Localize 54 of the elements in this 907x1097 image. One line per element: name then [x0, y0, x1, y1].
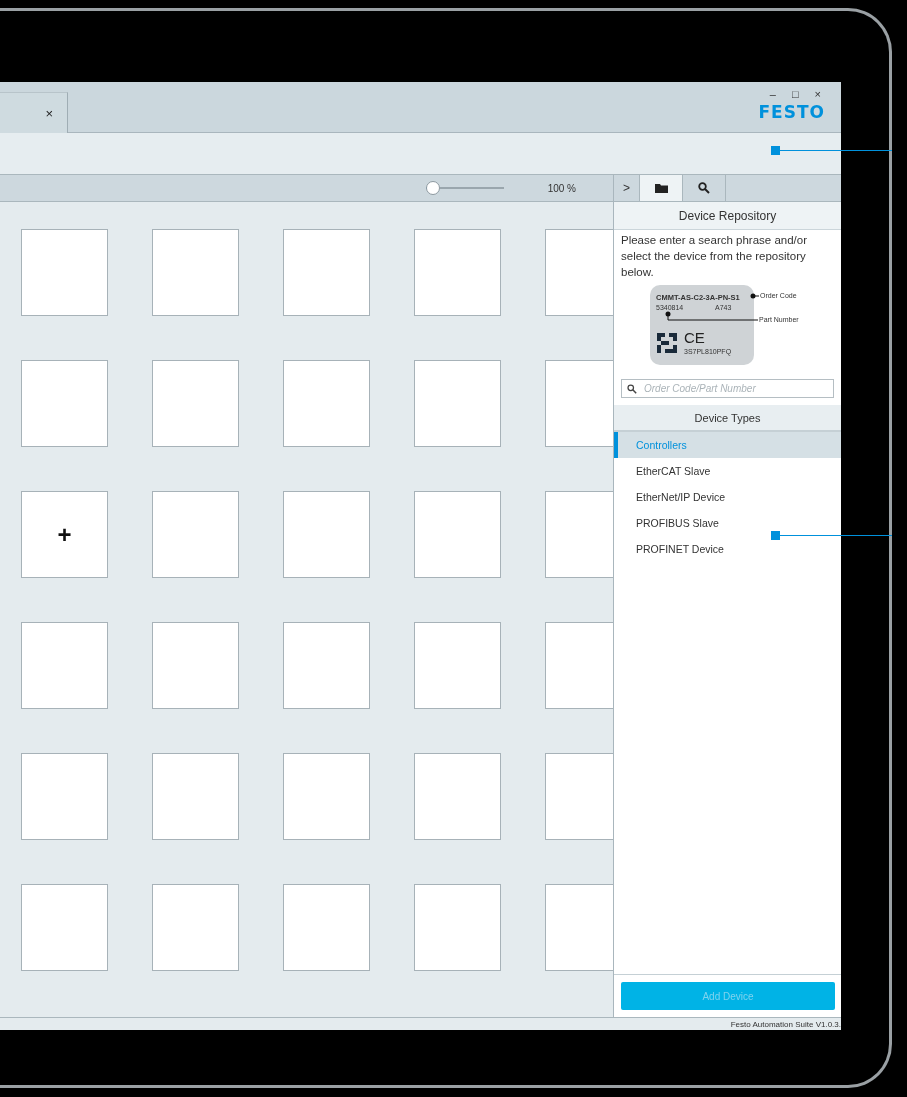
- empty-slot[interactable]: [283, 884, 370, 971]
- logo: FESTO: [758, 102, 825, 122]
- version-text: Festo Automation Suite V1.0.3.: [0, 1017, 841, 1030]
- empty-slot[interactable]: [545, 753, 613, 840]
- device-type-item[interactable]: EtherNet/IP Device: [614, 484, 841, 510]
- empty-slot[interactable]: [283, 360, 370, 447]
- empty-slot[interactable]: [21, 622, 108, 709]
- instructions: Please enter a search phrase and/or select the device from the repository below.: [620, 233, 809, 280]
- empty-slot[interactable]: [152, 884, 239, 971]
- empty-slot[interactable]: [545, 884, 613, 971]
- empty-slot[interactable]: [21, 229, 108, 316]
- empty-slot[interactable]: [414, 753, 501, 840]
- add-slot[interactable]: +: [21, 491, 108, 578]
- device-type-item[interactable]: PROFIBUS Slave: [614, 510, 841, 536]
- window-control[interactable]: □: [787, 88, 803, 100]
- empty-slot[interactable]: [152, 753, 239, 840]
- device-type-item[interactable]: EtherCAT Slave: [614, 458, 841, 484]
- empty-slot[interactable]: [545, 622, 613, 709]
- search-icon: [698, 182, 710, 194]
- empty-slot[interactable]: [283, 622, 370, 709]
- device-type-item[interactable]: PROFINET Device: [614, 536, 841, 562]
- empty-slot[interactable]: [545, 360, 613, 447]
- section-header: Device Types: [614, 405, 841, 432]
- ce-mark: CE: [684, 329, 705, 346]
- empty-slot[interactable]: [152, 622, 239, 709]
- empty-slot[interactable]: [414, 884, 501, 971]
- empty-slot[interactable]: [545, 491, 613, 578]
- window-control[interactable]: –: [765, 88, 780, 100]
- empty-slot[interactable]: [21, 360, 108, 447]
- empty-slot[interactable]: [545, 229, 613, 316]
- document-tab[interactable]: ×: [0, 92, 68, 133]
- search-icon: [627, 384, 637, 394]
- empty-slot[interactable]: [414, 360, 501, 447]
- empty-slot[interactable]: [414, 491, 501, 578]
- window-control[interactable]: ×: [810, 88, 825, 100]
- search-field[interactable]: Order Code/Part Number: [621, 379, 834, 398]
- callout-marker: [771, 531, 780, 540]
- data-matrix-code: [657, 333, 677, 353]
- empty-slot[interactable]: [283, 229, 370, 316]
- panel-tab[interactable]: [640, 175, 683, 201]
- empty-slot[interactable]: [21, 753, 108, 840]
- empty-slot[interactable]: [152, 360, 239, 447]
- empty-slot[interactable]: [414, 229, 501, 316]
- empty-slot[interactable]: [283, 753, 370, 840]
- empty-slot[interactable]: [21, 884, 108, 971]
- callout-marker: [771, 146, 780, 155]
- folder-icon: [654, 183, 668, 193]
- zoom-reading: 100 %: [547, 182, 576, 194]
- empty-slot[interactable]: [283, 491, 370, 578]
- leader-line: [750, 293, 760, 299]
- empty-slot[interactable]: [152, 491, 239, 578]
- empty-slot[interactable]: [414, 622, 501, 709]
- panel-title: Device Repository: [614, 202, 841, 230]
- empty-slot[interactable]: [152, 229, 239, 316]
